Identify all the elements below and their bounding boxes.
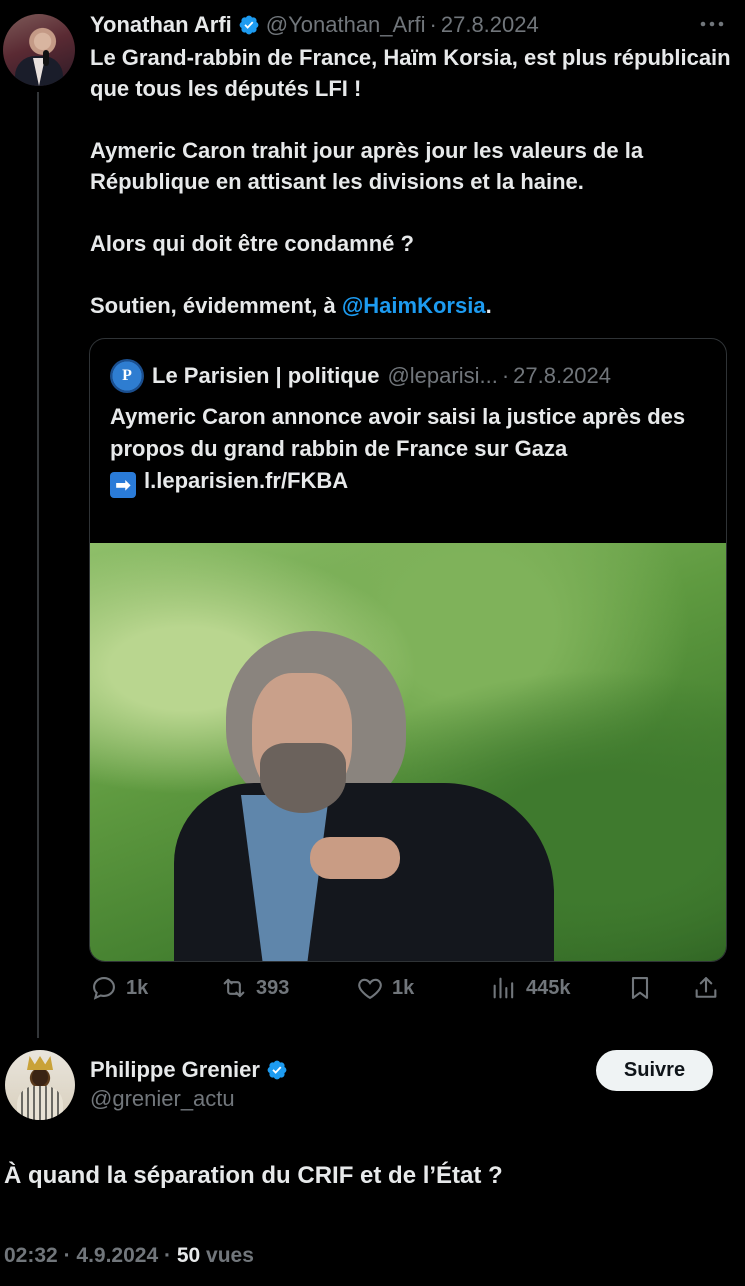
paragraph-suffix: . — [485, 293, 492, 318]
reply-tweet-text: À quand la séparation du CRIF et de l’Ét… — [4, 1162, 503, 1189]
quoted-author-handle[interactable]: @leparisi... — [387, 363, 497, 389]
separator-dot: · — [63, 1244, 71, 1267]
reply-author-name[interactable]: Philippe Grenier — [90, 1057, 260, 1083]
quoted-text-body: Aymeric Caron annonce avoir saisi la jus… — [110, 404, 686, 461]
reply-tweet-meta: 02:32 · 4.9.2024 · 50 vues — [4, 1244, 254, 1268]
quoted-tweet-header: P Le Parisien | politique @leparisi... ·… — [110, 359, 611, 393]
like-button[interactable]: 1k — [356, 970, 414, 1006]
avatar-face — [32, 1068, 48, 1086]
reply-views-count: 50 — [176, 1244, 201, 1267]
author-name[interactable]: Yonathan Arfi — [90, 12, 232, 38]
reply-time[interactable]: 02:32 — [4, 1244, 58, 1267]
reply-icon — [93, 977, 115, 1000]
quoted-tweet-card[interactable]: P Le Parisien | politique @leparisi... ·… — [89, 338, 727, 962]
retweet-button[interactable]: 393 — [220, 970, 289, 1006]
tweet-paragraph: Aymeric Caron trahit jour après jour les… — [90, 138, 644, 194]
thread-connector-line — [37, 92, 39, 1038]
bookmark-button[interactable] — [626, 970, 662, 1006]
retweet-icon — [223, 978, 245, 998]
quoted-tweet-photo[interactable] — [90, 543, 726, 961]
share-upload-icon — [695, 977, 717, 998]
avatar-microphone — [43, 50, 49, 66]
heart-icon — [358, 978, 382, 1000]
paragraph-prefix: Soutien, évidemment, à — [90, 293, 342, 318]
tweet-text: Le Grand-rabbin de France, Haïm Korsia, … — [90, 42, 735, 321]
quoted-link[interactable]: l.leparisien.fr/FKBA — [144, 468, 348, 493]
separator-dot: · — [501, 363, 510, 388]
avatar-robe — [17, 1086, 63, 1120]
separator-dot: · — [164, 1244, 171, 1267]
bookmark-icon — [631, 977, 649, 999]
avatar-crown — [27, 1056, 53, 1070]
author-handle[interactable]: @Yonathan_Arfi — [266, 12, 426, 38]
views-count: 445k — [526, 976, 571, 999]
photo-person-hand — [310, 837, 400, 879]
mention-link[interactable]: @HaimKorsia — [342, 293, 486, 318]
reply-views-label: vues — [206, 1244, 254, 1267]
follow-button[interactable]: Suivre — [596, 1050, 713, 1091]
retweet-count: 393 — [256, 976, 290, 999]
tweet-paragraph: Le Grand-rabbin de France, Haïm Korsia, … — [90, 45, 731, 101]
avatar[interactable] — [5, 1050, 75, 1120]
tweet-action-bar: 1k 393 1k 445k — [90, 970, 730, 1006]
quoted-author-name[interactable]: Le Parisien | politique — [152, 363, 379, 389]
reply-button[interactable]: 1k — [90, 970, 148, 1006]
tweet-header: Yonathan Arfi @Yonathan_Arfi · 27.8.2024 — [90, 8, 735, 42]
analytics-bars-icon — [493, 977, 514, 999]
reply-date[interactable]: 4.9.2024 — [76, 1244, 158, 1267]
tweet-paragraph: Soutien, évidemment, à @HaimKorsia. — [90, 290, 735, 321]
quoted-tweet-date[interactable]: 27.8.2024 — [513, 363, 611, 389]
tweet-date[interactable]: 27.8.2024 — [441, 12, 539, 38]
tweet-paragraph: Alors qui doit être condamné ? — [90, 231, 414, 256]
views-button[interactable]: 445k — [490, 970, 571, 1006]
share-button[interactable] — [692, 970, 728, 1006]
reply-author-handle[interactable]: @grenier_actu — [90, 1086, 235, 1112]
reply-count: 1k — [126, 976, 149, 999]
more-horizontal-icon[interactable] — [699, 14, 725, 34]
photo-person-beard — [260, 743, 346, 813]
verified-badge-icon — [267, 1060, 287, 1080]
logo-letter: P — [122, 367, 132, 384]
separator-dot: · — [429, 12, 437, 37]
quoted-tweet-text: Aymeric Caron annonce avoir saisi la jus… — [110, 401, 710, 498]
verified-badge-icon — [239, 15, 259, 35]
right-arrow-icon: ➡ — [110, 472, 136, 498]
reply-author-header: Philippe Grenier — [90, 1054, 294, 1086]
quoted-link-row: ➡ l.leparisien.fr/FKBA — [110, 465, 710, 498]
avatar[interactable] — [3, 14, 75, 86]
reply-author-name-row: Philippe Grenier — [90, 1054, 294, 1086]
le-parisien-logo-icon: P — [110, 359, 144, 393]
like-count: 1k — [392, 976, 415, 999]
